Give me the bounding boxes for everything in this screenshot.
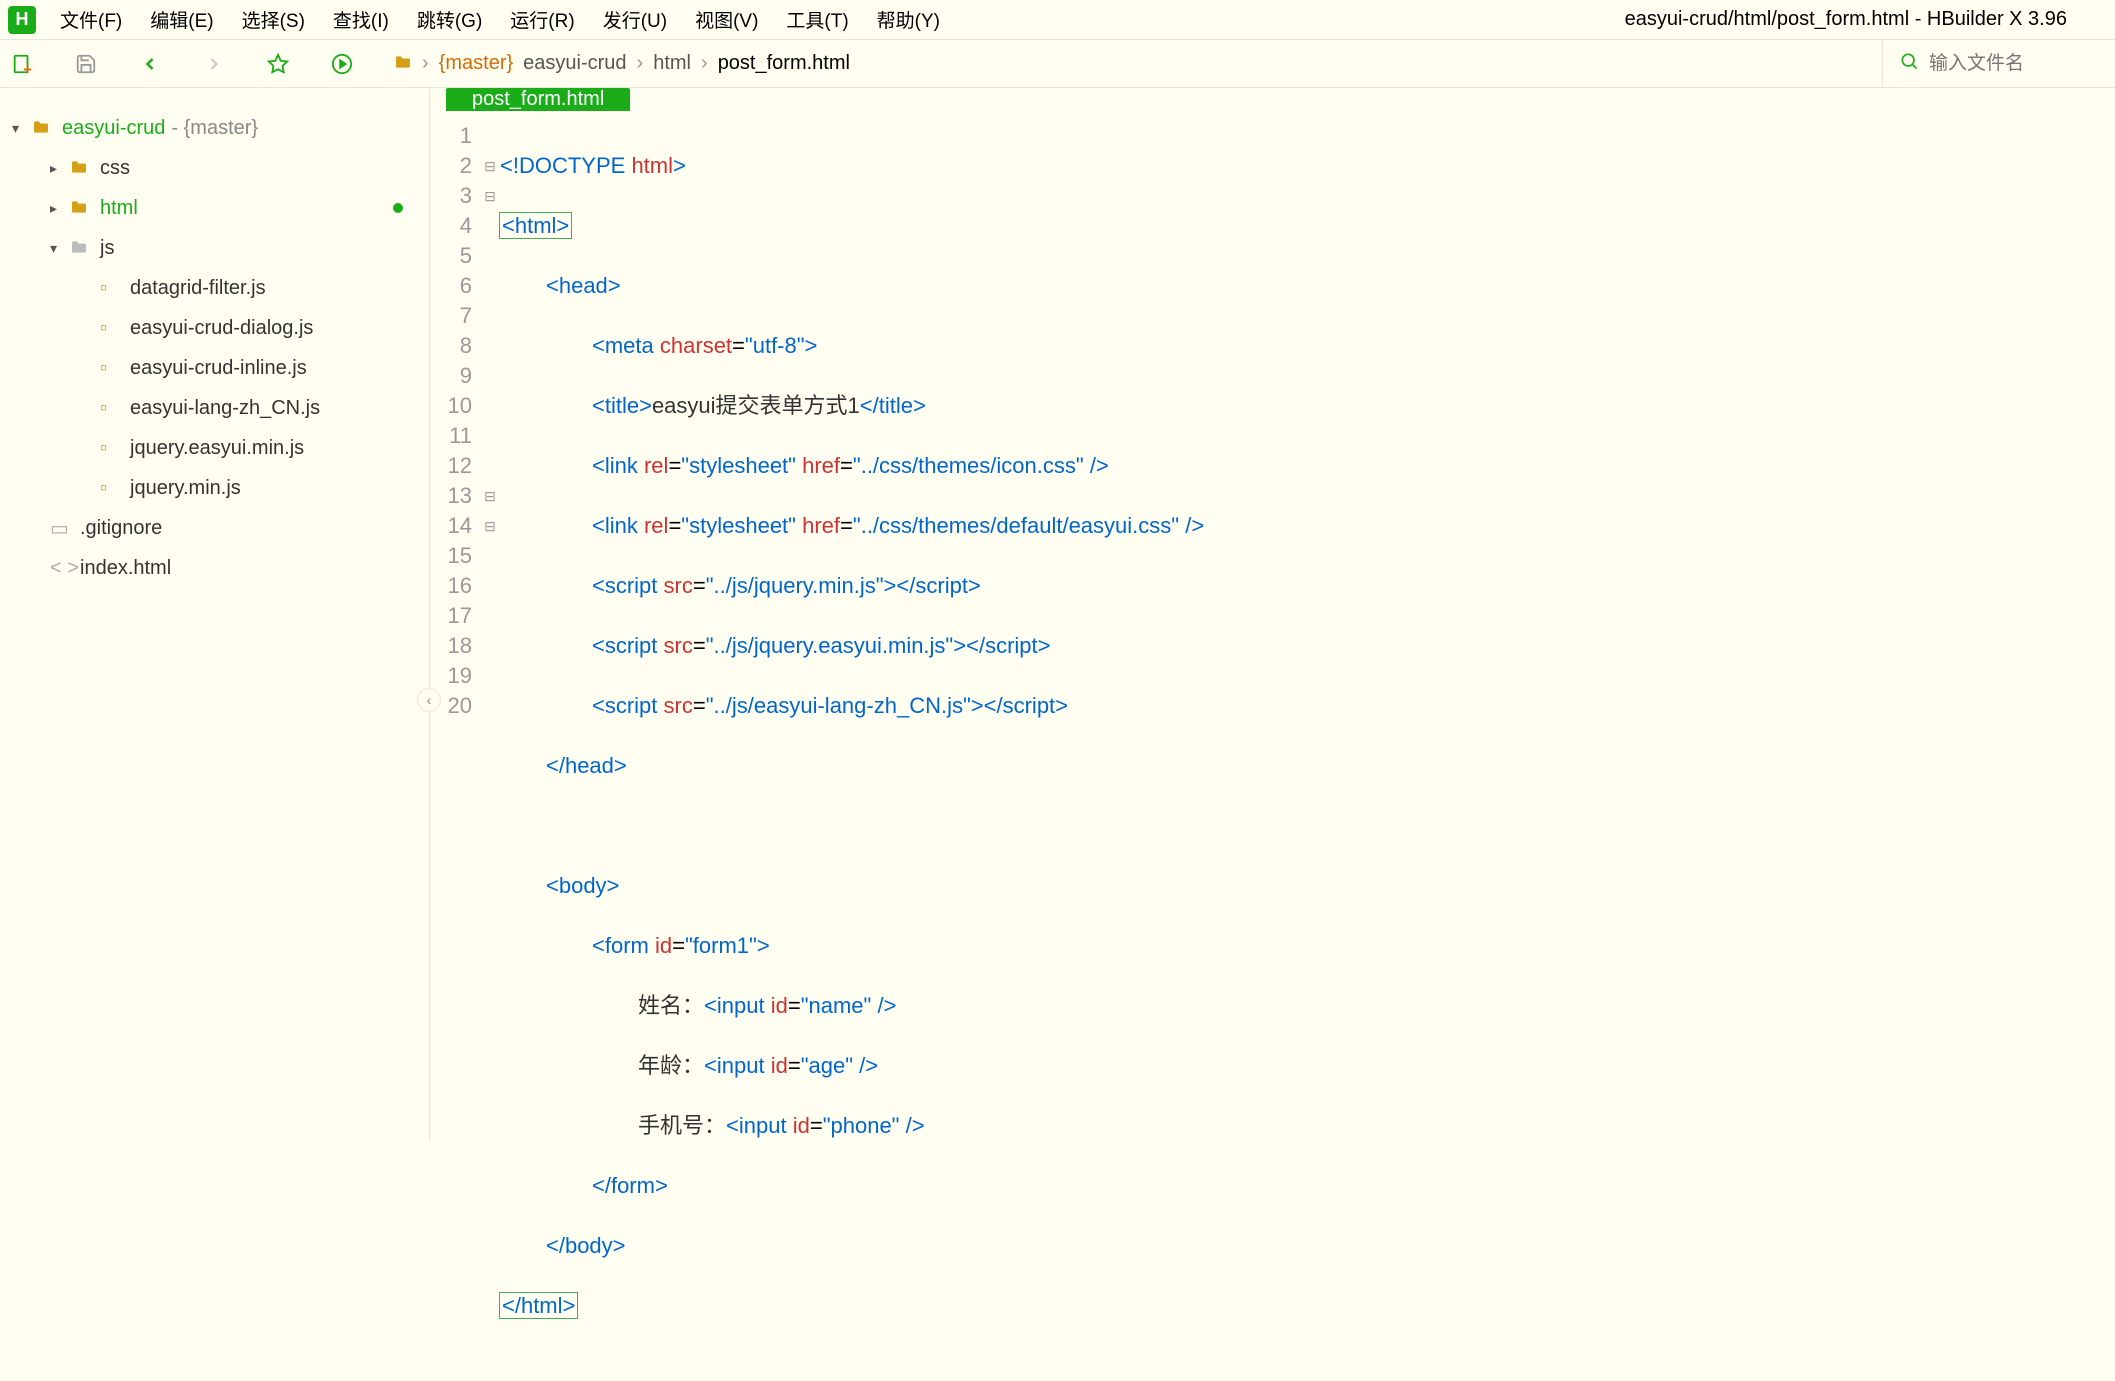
- star-icon[interactable]: [266, 52, 290, 76]
- tree-file-label: easyui-crud-dialog.js: [130, 317, 313, 340]
- folder-icon: [70, 197, 94, 220]
- breadcrumb-part-0[interactable]: easyui-crud: [523, 52, 626, 75]
- js-file-icon: ▫: [100, 357, 124, 380]
- tree-file-label: easyui-crud-inline.js: [130, 357, 307, 380]
- chevron-right-icon: ›: [422, 52, 429, 75]
- js-file-icon: ▫: [100, 437, 124, 460]
- folder-icon: [394, 52, 412, 75]
- search-input[interactable]: [1929, 53, 2089, 75]
- breadcrumb-file[interactable]: post_form.html: [718, 52, 850, 75]
- menu-goto[interactable]: 跳转(G): [403, 6, 496, 33]
- toolbar: › {master} easyui-crud › html › post_for…: [0, 40, 2115, 88]
- save-icon[interactable]: [74, 52, 98, 76]
- breadcrumb-branch[interactable]: {master}: [439, 52, 513, 75]
- chevron-right-icon[interactable]: ▸: [50, 200, 70, 217]
- menu-select[interactable]: 选择(S): [228, 6, 319, 33]
- js-file-icon: ▫: [100, 397, 124, 420]
- modified-indicator-icon: [393, 203, 403, 213]
- chevron-down-icon[interactable]: ▾: [12, 120, 32, 137]
- tree-file-label: index.html: [80, 557, 171, 580]
- fold-gutter[interactable]: ⊟⊟⊟⊟: [480, 121, 500, 1381]
- search-icon[interactable]: [1899, 51, 1919, 77]
- menu-view[interactable]: 视图(V): [681, 6, 772, 33]
- tree-file[interactable]: ▫ easyui-crud-inline.js: [0, 348, 429, 388]
- window-title: easyui-crud/html/post_form.html - HBuild…: [1625, 8, 2067, 31]
- tree-root-label: easyui-crud: [62, 117, 165, 140]
- menubar: H 文件(F) 编辑(E) 选择(S) 查找(I) 跳转(G) 运行(R) 发行…: [0, 0, 2115, 40]
- tree-file-label: .gitignore: [80, 517, 162, 540]
- code-content[interactable]: <!DOCTYPE html> <html> <head> <meta char…: [500, 121, 2115, 1381]
- js-file-icon: ▫: [100, 277, 124, 300]
- editor-tabs: post_form.html: [430, 88, 2115, 111]
- menu-run[interactable]: 运行(R): [496, 6, 588, 33]
- code-editor[interactable]: 1234567891011121314151617181920 ⊟⊟⊟⊟ <!D…: [430, 111, 2115, 1381]
- chevron-right-icon[interactable]: ▸: [50, 160, 70, 177]
- forward-icon[interactable]: [202, 52, 226, 76]
- tree-file[interactable]: ▫ jquery.min.js: [0, 468, 429, 508]
- tree-file-label: jquery.min.js: [130, 477, 241, 500]
- app-logo: H: [8, 6, 36, 34]
- tree-file-label: jquery.easyui.min.js: [130, 437, 304, 460]
- tree-folder-label: css: [100, 157, 130, 180]
- tree-file[interactable]: ▫ easyui-crud-dialog.js: [0, 308, 429, 348]
- run-icon[interactable]: [330, 52, 354, 76]
- project-explorer: ▾ easyui-crud - {master} ▸ css ▸ html ▾ …: [0, 88, 430, 1141]
- editor-tab-active[interactable]: post_form.html: [446, 88, 630, 111]
- collapse-sidebar-icon[interactable]: ‹: [417, 688, 441, 712]
- menu-edit[interactable]: 编辑(E): [136, 6, 227, 33]
- js-file-icon: ▫: [100, 317, 124, 340]
- tree-root[interactable]: ▾ easyui-crud - {master}: [0, 108, 429, 148]
- tree-file[interactable]: ▫ easyui-lang-zh_CN.js: [0, 388, 429, 428]
- folder-open-icon: [70, 237, 94, 260]
- menu-find[interactable]: 查找(I): [319, 6, 403, 33]
- breadcrumb-part-1[interactable]: html: [653, 52, 691, 75]
- editor-area: post_form.html 1234567891011121314151617…: [430, 88, 2115, 1141]
- chevron-right-icon: ›: [637, 52, 644, 75]
- tree-root-branch: - {master}: [171, 117, 258, 140]
- tree-folder-label: js: [100, 237, 114, 260]
- breadcrumb: › {master} easyui-crud › html › post_for…: [394, 52, 850, 75]
- tree-file[interactable]: ▫ datagrid-filter.js: [0, 268, 429, 308]
- tree-folder-css[interactable]: ▸ css: [0, 148, 429, 188]
- tree-file-index[interactable]: < > index.html: [0, 548, 429, 588]
- menu-file[interactable]: 文件(F): [46, 6, 136, 33]
- tree-folder-js[interactable]: ▾ js: [0, 228, 429, 268]
- chevron-down-icon[interactable]: ▾: [50, 240, 70, 257]
- tree-file[interactable]: ▫ jquery.easyui.min.js: [0, 428, 429, 468]
- tree-file-label: easyui-lang-zh_CN.js: [130, 397, 320, 420]
- tree-folder-label: html: [100, 197, 138, 220]
- folder-icon: [32, 117, 56, 140]
- menu-publish[interactable]: 发行(U): [589, 6, 681, 33]
- tree-file-gitignore[interactable]: ▭ .gitignore: [0, 508, 429, 548]
- new-file-icon[interactable]: [10, 52, 34, 76]
- file-icon: ▭: [50, 516, 74, 541]
- js-file-icon: ▫: [100, 477, 124, 500]
- tree-file-label: datagrid-filter.js: [130, 277, 266, 300]
- line-gutter: 1234567891011121314151617181920: [430, 121, 480, 1381]
- menu-help[interactable]: 帮助(Y): [863, 6, 954, 33]
- folder-icon: [70, 157, 94, 180]
- tree-folder-html[interactable]: ▸ html: [0, 188, 429, 228]
- chevron-right-icon: ›: [701, 52, 708, 75]
- file-search: [1882, 40, 2105, 87]
- code-file-icon: < >: [50, 557, 74, 580]
- menu-tools[interactable]: 工具(T): [772, 6, 862, 33]
- back-icon[interactable]: [138, 52, 162, 76]
